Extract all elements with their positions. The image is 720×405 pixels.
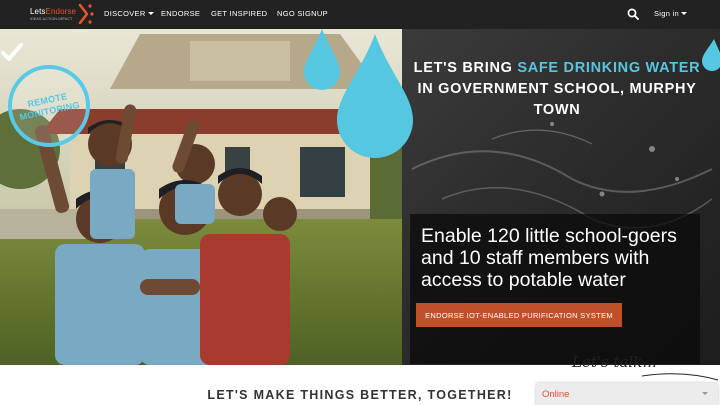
endorse-purification-button[interactable]: ENDORSE IOT-ENABLED PURIFICATION SYSTEM (416, 303, 622, 327)
nav-get-inspired[interactable]: GET INSPIRED (211, 9, 267, 18)
water-drop-icon (702, 39, 720, 71)
checkmark-icon (1, 43, 23, 61)
brand-name: LetsEndorse (30, 7, 77, 16)
top-navbar: LetsEndorse IDEAS.ACTION.IMPACT DISCOVER… (0, 0, 720, 29)
hero-headline: LET'S BRING SAFE DRINKING WATER IN GOVER… (413, 60, 701, 118)
cta-description: Enable 120 little school-goers and 10 st… (421, 225, 677, 291)
chevron-down-icon[interactable] (702, 392, 708, 395)
hero-banner: REMOTE MONITORING LET'S BRING SAFE DRINK… (0, 29, 720, 365)
water-drop-icon (337, 34, 413, 158)
chat-swoosh-decoration (641, 373, 719, 381)
remote-monitoring-badge: REMOTE MONITORING (8, 65, 90, 147)
brand-logo[interactable]: LetsEndorse IDEAS.ACTION.IMPACT (30, 3, 94, 25)
sign-in-label: Sign in (654, 9, 680, 18)
brand-tagline: IDEAS.ACTION.IMPACT (30, 17, 73, 21)
chevron-down-icon (147, 12, 154, 15)
brand-logo-icon (78, 3, 94, 25)
nav-discover-label: DISCOVER (104, 9, 146, 18)
nav-discover[interactable]: DISCOVER (104, 9, 154, 18)
nav-ngo-signup[interactable]: NGO SIGNUP (277, 9, 328, 18)
search-icon[interactable] (627, 8, 639, 20)
chevron-down-icon (681, 12, 688, 15)
sign-in-menu[interactable]: Sign in (654, 9, 688, 18)
badge-label: REMOTE MONITORING (18, 91, 82, 123)
chat-status: Online (542, 389, 570, 400)
nav-endorse[interactable]: ENDORSE (161, 9, 200, 18)
chat-title: Let's talk... (572, 353, 657, 371)
